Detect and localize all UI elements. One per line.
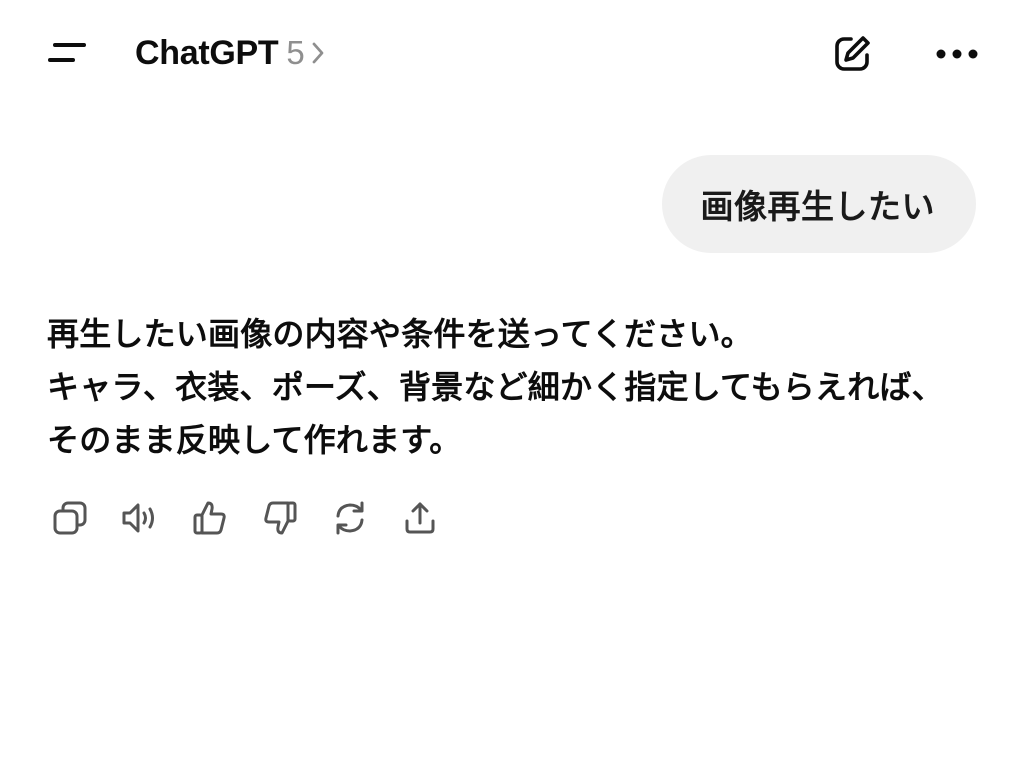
refresh-icon <box>331 499 369 537</box>
copy-icon <box>51 499 89 537</box>
thumbs-up-icon <box>191 499 229 537</box>
share-button[interactable] <box>396 494 444 542</box>
bad-response-button[interactable] <box>256 494 304 542</box>
sidebar-menu-button[interactable] <box>40 28 94 78</box>
copy-button[interactable] <box>46 494 94 542</box>
thumbs-down-icon <box>261 499 299 537</box>
message-action-bar <box>46 494 466 542</box>
more-horizontal-icon <box>935 48 979 60</box>
sidebar-menu-icon <box>47 40 87 66</box>
model-version: 5 <box>286 34 305 71</box>
assistant-message-line: キャラ、衣装、ポーズ、背景など細かく指定してもらえれば、 <box>47 368 944 406</box>
assistant-message-line: そのまま反映して作れます。 <box>47 421 462 459</box>
more-options-button[interactable] <box>930 28 984 80</box>
user-message-bubble: 画像再生したい <box>661 155 976 253</box>
chevron-right-icon <box>311 41 325 65</box>
good-response-button[interactable] <box>186 494 234 542</box>
share-icon <box>401 499 439 537</box>
assistant-message: 再生したい画像の内容や条件を送ってください。 キャラ、衣装、ポーズ、背景など細か… <box>47 308 987 467</box>
edit-icon <box>831 33 873 75</box>
regenerate-button[interactable] <box>326 494 374 542</box>
top-bar: ChatGPT 5 <box>0 0 1024 106</box>
assistant-message-line: 再生したい画像の内容や条件を送ってください。 <box>47 315 753 353</box>
chat-screen: ChatGPT 5 画像再生したい 再生したい画像の内容や条件を送ってください。… <box>0 0 1024 766</box>
speaker-icon <box>120 499 160 537</box>
model-selector[interactable]: ChatGPT 5 <box>135 30 325 76</box>
app-title: ChatGPT <box>135 33 279 72</box>
read-aloud-button[interactable] <box>116 494 164 542</box>
new-chat-button[interactable] <box>826 28 878 80</box>
